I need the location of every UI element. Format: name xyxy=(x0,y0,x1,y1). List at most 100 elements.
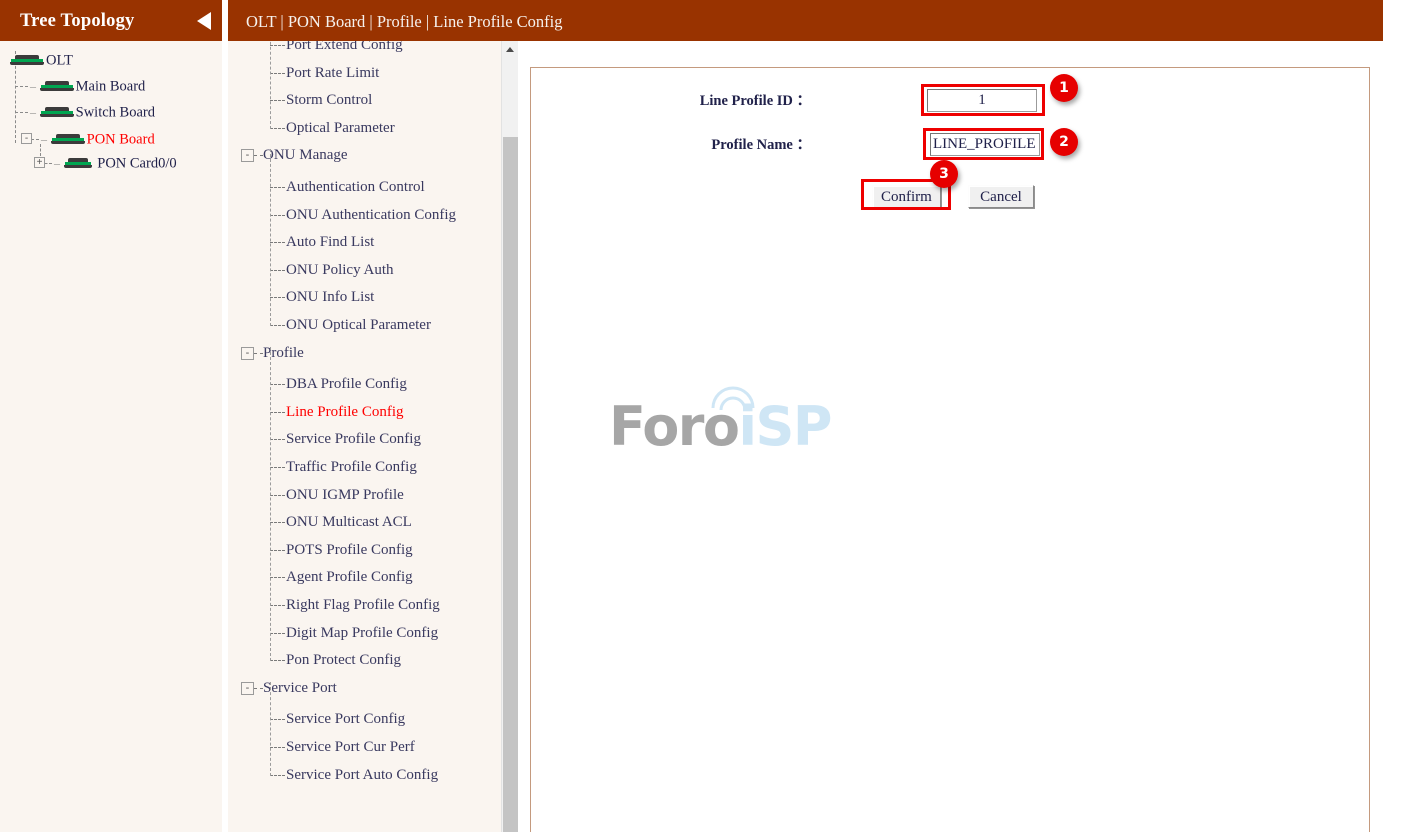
menu-tree-connector xyxy=(270,605,285,606)
menu-tree-connector xyxy=(270,747,285,748)
menu-tree-connector xyxy=(270,660,285,662)
menu-group-onu-manage[interactable]: ONU Manage xyxy=(263,143,348,167)
menu-item-onu-igmp-profile[interactable]: ONU IGMP Profile xyxy=(286,483,404,507)
menu-item-storm-control[interactable]: Storm Control xyxy=(286,88,372,112)
menu-tree-connector xyxy=(270,681,271,776)
menu-item-service-port-auto-config[interactable]: Service Port Auto Config xyxy=(286,763,438,787)
scroll-up-button[interactable] xyxy=(502,41,518,58)
menu-tree-connector xyxy=(270,439,285,441)
menu-tree-connector xyxy=(270,774,285,776)
tree-node-label: Main Board xyxy=(75,78,146,95)
menu-scrollbar[interactable] xyxy=(501,41,518,832)
menu-item-onu-policy-auth[interactable]: ONU Policy Auth xyxy=(286,258,394,282)
tree-node-label: Switch Board xyxy=(75,104,155,121)
menu-tree-connector xyxy=(254,687,263,689)
menu-tree-connector xyxy=(270,242,285,244)
menu-item-service-port-config[interactable]: Service Port Config xyxy=(286,707,405,731)
watermark-text: ForoiSP xyxy=(609,400,833,454)
menu-item-onu-optical-parameter[interactable]: ONU Optical Parameter xyxy=(286,313,431,337)
menu-toggle-service-port[interactable]: - xyxy=(241,681,254,695)
menu-item-traffic-profile-config[interactable]: Traffic Profile Config xyxy=(286,455,417,479)
menu-item-onu-multicast-acl[interactable]: ONU Multicast ACL xyxy=(286,510,412,534)
tree-node-main-board[interactable]: – Main Board xyxy=(30,76,145,96)
menu-tree-connector xyxy=(270,269,285,271)
menu-tree-connector xyxy=(270,214,285,216)
menu-tree-connector xyxy=(270,522,285,524)
menu-tree-connector xyxy=(270,72,285,74)
menu-item-service-profile-config[interactable]: Service Profile Config xyxy=(286,427,421,451)
board-icon xyxy=(39,107,74,118)
line-profile-form: Line Profile ID ： Profile Name ： Confirm… xyxy=(531,68,1371,268)
menu-tree-connector xyxy=(270,467,285,468)
menu-tree-connector xyxy=(270,632,285,634)
menu-item-line-profile-config[interactable]: Line Profile Config xyxy=(286,400,403,424)
form-row-line-profile-id: Line Profile ID ： xyxy=(700,86,923,116)
sidebar-title: Tree Topology xyxy=(20,11,135,31)
menu-item-port-rate-limit[interactable]: Port Rate Limit xyxy=(286,61,379,85)
navigation-menu-list: Port Extend Config Port Rate Limit Storm C… xyxy=(228,41,500,832)
menu-tree-connector xyxy=(270,149,271,326)
menu-tree-connector xyxy=(254,352,263,354)
menu-tree-connector xyxy=(270,719,285,721)
tree-node-label: OLT xyxy=(46,52,73,69)
menu-item-pots-profile-config[interactable]: POTS Profile Config xyxy=(286,538,413,562)
tree-topology-sidebar: Tree Topology OLT – Main Board – Switch … xyxy=(0,0,222,832)
menu-item-agent-profile-config[interactable]: Agent Profile Config xyxy=(286,565,413,589)
menu-item-onu-authentication-config[interactable]: ONU Authentication Config xyxy=(286,203,456,227)
menu-item-onu-info-list[interactable]: ONU Info List xyxy=(286,285,374,309)
tree-dash: – xyxy=(41,132,47,146)
tree-node-pon-card[interactable]: – PON Card0/0 xyxy=(54,153,177,173)
watermark-text-secondary: iSP xyxy=(738,395,833,458)
menu-tree-connector xyxy=(270,325,285,326)
menu-tree-connector xyxy=(270,297,285,299)
content-panel: ForoiSP Line Profile ID ： Profile Name ：… xyxy=(530,67,1370,832)
tree-toggle-pon-board[interactable]: - xyxy=(21,133,32,144)
menu-toggle-profile[interactable]: - xyxy=(241,346,254,360)
breadcrumb: OLT | PON Board | Profile | Line Profile… xyxy=(246,12,563,31)
board-icon xyxy=(39,81,74,92)
menu-item-authentication-control[interactable]: Authentication Control xyxy=(286,175,425,199)
menu-item-pon-protect-config[interactable]: Pon Protect Config xyxy=(286,648,401,672)
board-icon xyxy=(63,158,92,169)
menu-tree-connector xyxy=(270,346,271,662)
menu-item-service-port-cur-perf[interactable]: Service Port Cur Perf xyxy=(286,735,415,759)
tree-node-switch-board[interactable]: – Switch Board xyxy=(30,102,155,122)
menu-item-right-flag-profile-config[interactable]: Right Flag Profile Config xyxy=(286,593,440,617)
menu-group-service-port[interactable]: Service Port xyxy=(263,676,337,700)
line-profile-id-input[interactable] xyxy=(927,89,1037,112)
tree-dash: – xyxy=(54,156,60,170)
profile-name-input[interactable] xyxy=(930,133,1040,156)
scrollbar-thumb[interactable] xyxy=(503,137,518,832)
menu-tree-connector xyxy=(270,41,271,129)
tree-dash: – xyxy=(30,105,36,119)
menu-tree-connector xyxy=(270,100,285,102)
menu-item-port-extend-config[interactable]: Port Extend Config xyxy=(286,41,403,57)
menu-item-dba-profile-config[interactable]: DBA Profile Config xyxy=(286,372,407,396)
menu-tree-connector xyxy=(270,494,285,496)
tree-toggle-pon-card[interactable]: + xyxy=(34,157,45,168)
menu-item-digit-map-profile-config[interactable]: Digit Map Profile Config xyxy=(286,621,438,645)
menu-tree-connector xyxy=(270,45,285,46)
menu-tree-connector xyxy=(254,155,263,157)
tree-node-pon-board[interactable]: – PON Board xyxy=(41,129,155,149)
breadcrumb-bar: OLT | PON Board | Profile | Line Profile… xyxy=(228,0,1383,41)
confirm-button[interactable]: Confirm xyxy=(872,185,941,208)
menu-item-auto-find-list[interactable]: Auto Find List xyxy=(286,230,374,254)
menu-tree-connector xyxy=(270,384,285,386)
tree-node-label: PON Card0/0 xyxy=(97,155,177,172)
navigation-menu-panel: Port Extend Config Port Rate Limit Storm C… xyxy=(228,41,518,832)
menu-item-optical-parameter[interactable]: Optical Parameter xyxy=(286,116,395,140)
line-profile-id-label: Line Profile ID ： xyxy=(699,93,811,109)
menu-toggle-onu-manage[interactable]: - xyxy=(241,149,254,163)
menu-tree-connector xyxy=(270,127,285,129)
tree-elbow xyxy=(15,112,28,113)
menu-tree-connector xyxy=(270,577,285,579)
tree-dash: – xyxy=(30,79,36,93)
tree-node-olt[interactable]: OLT xyxy=(10,50,73,70)
cancel-button[interactable]: Cancel xyxy=(968,185,1034,208)
menu-tree-connector xyxy=(270,187,285,188)
tree-node-label: PON Board xyxy=(86,131,155,148)
board-icon xyxy=(10,55,44,66)
triangle-left-icon[interactable] xyxy=(197,12,211,30)
chevron-up-icon xyxy=(506,47,514,52)
